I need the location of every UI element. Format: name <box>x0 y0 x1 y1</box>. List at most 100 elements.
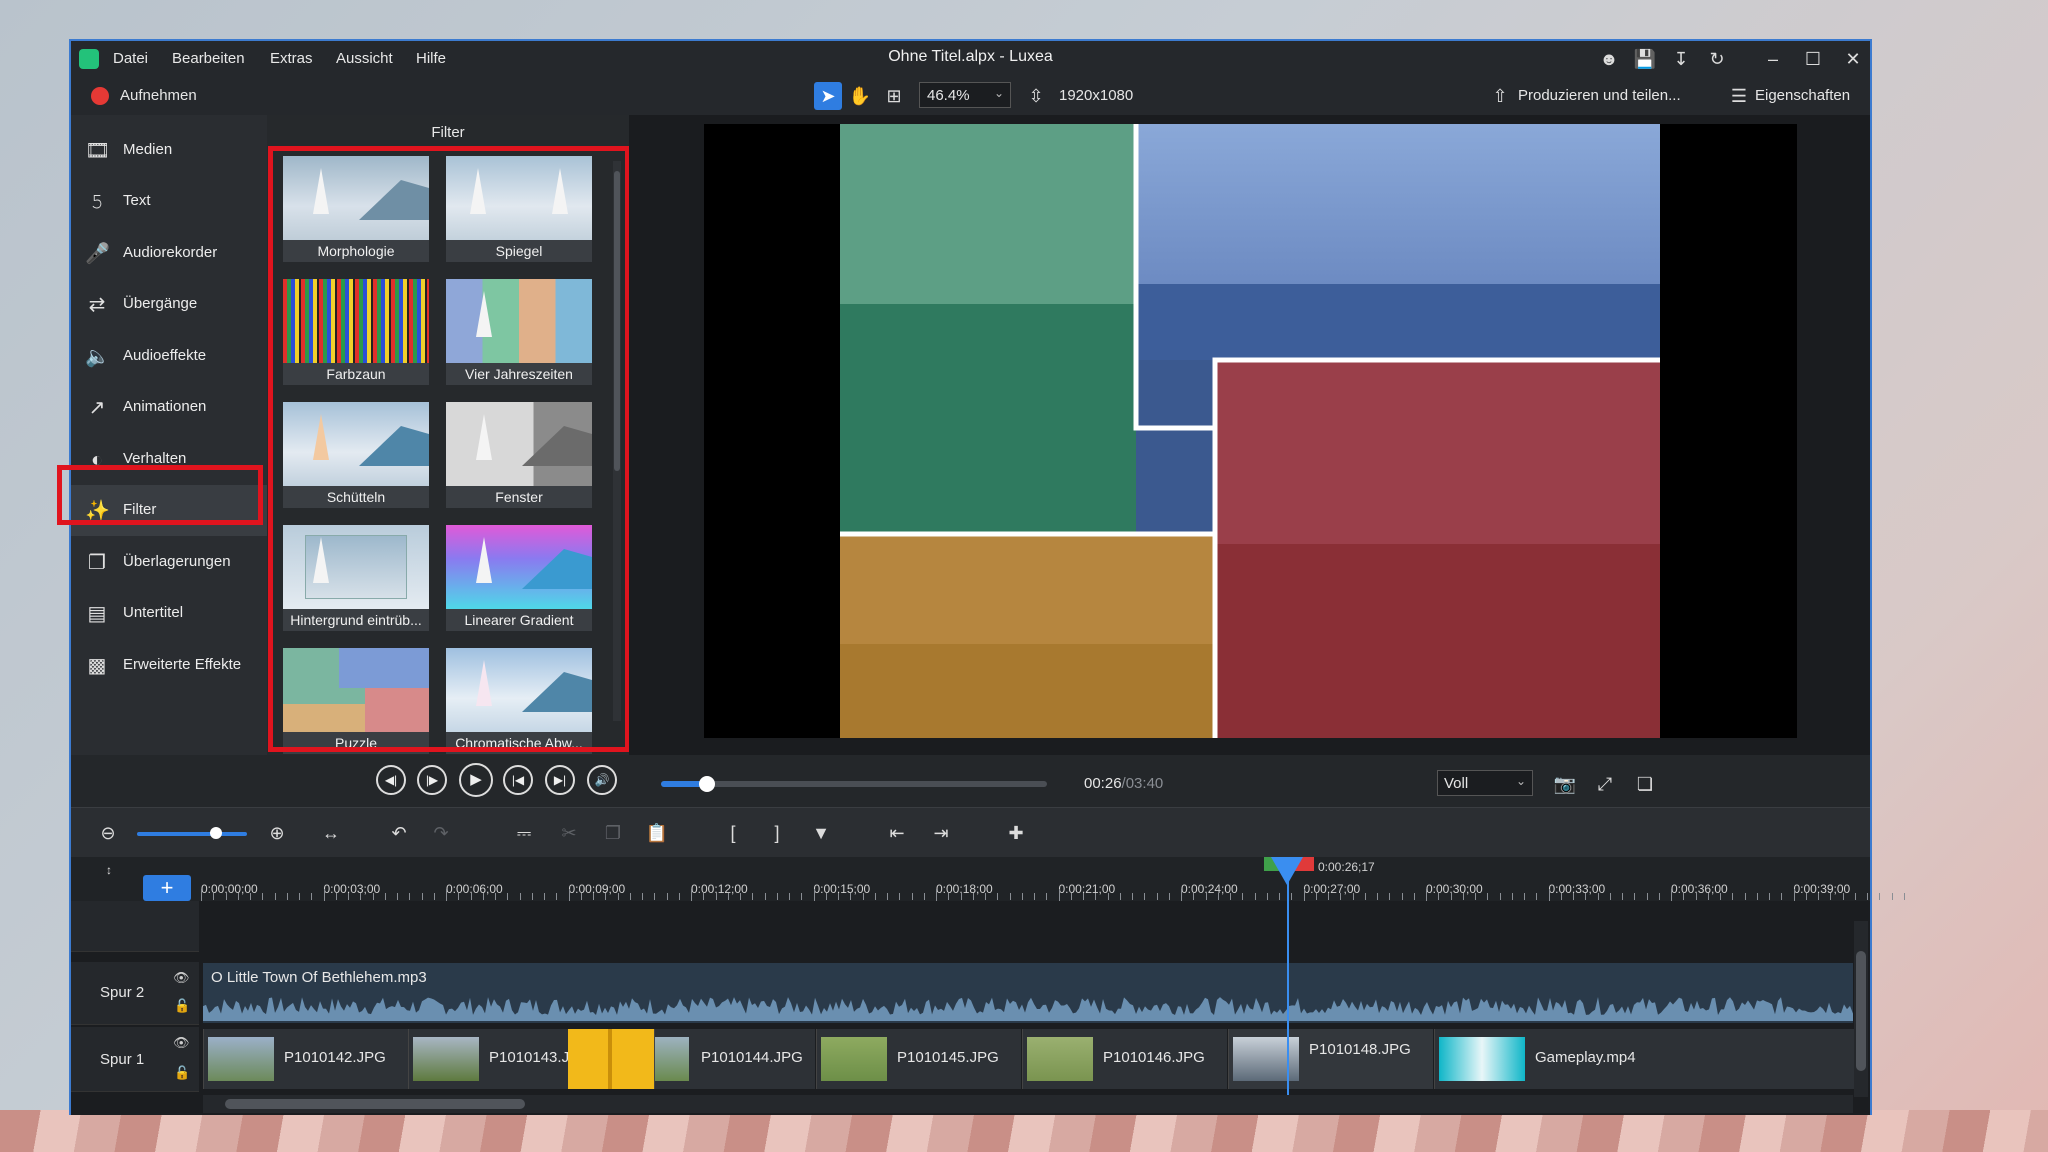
mark-out-icon[interactable]: ] <box>765 821 789 845</box>
lock-icon[interactable]: 🔓 <box>174 1065 190 1081</box>
desktop-wallpaper <box>0 1110 2048 1152</box>
download-icon[interactable]: ↧ <box>1669 47 1693 71</box>
marker-icon[interactable]: ▼ <box>809 821 833 845</box>
produce-button[interactable]: Produzieren und teilen... <box>1518 87 1681 104</box>
clip-p1010146[interactable]: P1010146.JPG <box>1022 1029 1227 1089</box>
copy-icon[interactable]: ❐ <box>601 821 625 845</box>
text-icon: 𝟻 <box>90 191 104 213</box>
ruler-tick-mark <box>666 893 668 900</box>
ruler-tick-mark <box>1083 893 1084 900</box>
ruler-tick-mark <box>1487 893 1489 900</box>
ruler-tick-mark <box>1070 893 1072 900</box>
cut-icon[interactable]: ✂ <box>557 821 581 845</box>
ruler-tick-mark <box>654 893 656 900</box>
sidebar-item-text[interactable]: 𝟻 Text <box>71 176 267 227</box>
clip-p1010142[interactable]: P1010142.JPG <box>203 1029 408 1089</box>
clip-p1010144[interactable]: P1010144.JPG <box>654 1029 815 1089</box>
zoom-out-icon[interactable]: ⊖ <box>96 821 120 845</box>
lock-icon[interactable]: 🔓 <box>174 998 190 1014</box>
sidebar-item-medien[interactable]: 🎞 Medien <box>71 125 267 176</box>
ruler-tick-mark <box>1168 893 1170 900</box>
maximize-icon[interactable]: ☐ <box>1801 47 1825 71</box>
volume-button[interactable]: 🔊 <box>587 765 617 795</box>
fullscreen-icon[interactable]: ⤢ <box>1593 772 1617 796</box>
eye-icon[interactable]: 👁 <box>173 970 190 986</box>
undo-icon[interactable]: ↶ <box>387 821 411 845</box>
timeline-h-scrollbar[interactable] <box>203 1095 1853 1113</box>
ruler-tick-mark <box>715 893 717 900</box>
clip-gameplay[interactable]: Gameplay.mp4 <box>1434 1029 1855 1089</box>
effects-icon: ▩ <box>87 655 107 677</box>
track-head-spur-2[interactable]: Spur 2 👁 🔓 <box>71 962 199 1025</box>
seek-handle[interactable] <box>698 776 715 792</box>
step-back-button[interactable]: |▶ <box>417 765 447 795</box>
select-tool-icon[interactable]: ➤ <box>814 82 842 110</box>
fit-timeline-icon[interactable]: ↔ <box>319 821 343 845</box>
detach-preview-icon[interactable]: ❏ <box>1633 772 1657 796</box>
ruler-tick-mark <box>201 889 202 901</box>
add-marker-icon[interactable]: ✚ <box>1004 821 1028 845</box>
ruler-tick-mark <box>580 893 582 900</box>
prev-frame-button[interactable]: ◀| <box>376 765 406 795</box>
timeline-zoom-slider[interactable] <box>137 832 247 836</box>
properties-button[interactable]: Eigenschaften <box>1755 87 1850 104</box>
sidebar-item-untertitel[interactable]: ▤ Untertitel <box>71 588 267 639</box>
sidebar-item-ueberlagerungen[interactable]: ❐ Überlagerungen <box>71 537 267 588</box>
ruler-tick-mark <box>1021 893 1023 900</box>
snapshot-icon[interactable]: 📷 <box>1553 772 1577 796</box>
timeline-v-scrollbar[interactable] <box>1854 921 1868 1097</box>
share-icon[interactable]: ⇧ <box>1486 82 1514 110</box>
clip-p1010145[interactable]: P1010145.JPG <box>816 1029 1021 1089</box>
mark-in-icon[interactable]: [ <box>721 821 745 845</box>
crop-tool-icon[interactable]: ⊞ <box>880 82 908 110</box>
sidebar-item-erweiterte-effekte[interactable]: ▩ Erweiterte Effekte <box>71 640 267 691</box>
hand-tool-icon[interactable]: ✋ <box>846 82 874 110</box>
ruler-tick-mark <box>1805 893 1807 900</box>
record-button[interactable]: Aufnehmen <box>120 87 197 104</box>
ruler-tick-mark <box>1266 893 1268 900</box>
paste-icon[interactable]: 📋 <box>645 821 669 845</box>
list-icon[interactable]: ☰ <box>1725 82 1753 110</box>
save-icon[interactable]: 💾 <box>1633 47 1657 71</box>
minimize-icon[interactable]: – <box>1761 47 1785 71</box>
sidebar-item-uebergaenge[interactable]: ⇄ Übergänge <box>71 279 267 330</box>
track-head-spur-1[interactable]: Spur 1 👁 🔓 <box>71 1027 199 1092</box>
ruler-tick-mark <box>421 893 423 900</box>
timeline-zoom-handle[interactable] <box>210 827 222 839</box>
ruler-tick-mark <box>1254 893 1256 900</box>
record-icon[interactable] <box>91 87 109 105</box>
resolution-icon[interactable]: ⇳ <box>1022 82 1050 110</box>
sidebar-item-audioeffekte[interactable]: 🔈 Audioeffekte <box>71 331 267 382</box>
clip-p1010148[interactable]: P1010148.JPG <box>1228 1029 1433 1089</box>
audio-clip[interactable]: O Little Town Of Bethlehem.mp3 <box>203 963 1853 1023</box>
account-icon[interactable]: ☻ <box>1597 47 1621 71</box>
play-button[interactable]: ▶ <box>459 763 493 797</box>
ruler-tick-mark <box>960 893 962 900</box>
seek-track[interactable] <box>661 781 1047 787</box>
ruler-tick-mark <box>1364 893 1366 900</box>
preview-canvas[interactable] <box>704 124 1797 738</box>
eye-icon[interactable]: 👁 <box>173 1035 190 1051</box>
sidebar-item-audiorekorder[interactable]: 🎤 Audiorekorder <box>71 228 267 279</box>
jump-start-icon[interactable]: ⇤ <box>885 821 909 845</box>
ruler-tick-mark <box>1671 889 1672 901</box>
cloud-sync-icon[interactable]: ↻ <box>1705 47 1729 71</box>
redo-icon[interactable]: ↷ <box>429 821 453 845</box>
ruler-tick-mark <box>1401 893 1403 900</box>
zoom-in-icon[interactable]: ⊕ <box>265 821 289 845</box>
split-icon[interactable]: ⎓ <box>512 821 536 845</box>
close-icon[interactable]: ✕ <box>1841 47 1865 71</box>
add-track-button[interactable]: + <box>143 875 191 901</box>
ruler-tick-mark <box>776 893 778 900</box>
sidebar-item-animationen[interactable]: ↗ Animationen <box>71 382 267 433</box>
transition-block[interactable] <box>568 1029 654 1089</box>
zoom-dropdown[interactable]: 46.4% ⌄ <box>919 82 1011 108</box>
quality-dropdown[interactable]: Voll ⌄ <box>1437 770 1533 796</box>
ruler-tick-mark <box>372 893 374 900</box>
ruler-tick-mark <box>470 893 472 900</box>
ruler-tick-mark <box>1756 893 1758 900</box>
ruler-tick-mark <box>1438 893 1440 900</box>
go-end-button[interactable]: ▶| <box>545 765 575 795</box>
jump-end-icon[interactable]: ⇥ <box>929 821 953 845</box>
go-start-button[interactable]: |◀ <box>503 765 533 795</box>
